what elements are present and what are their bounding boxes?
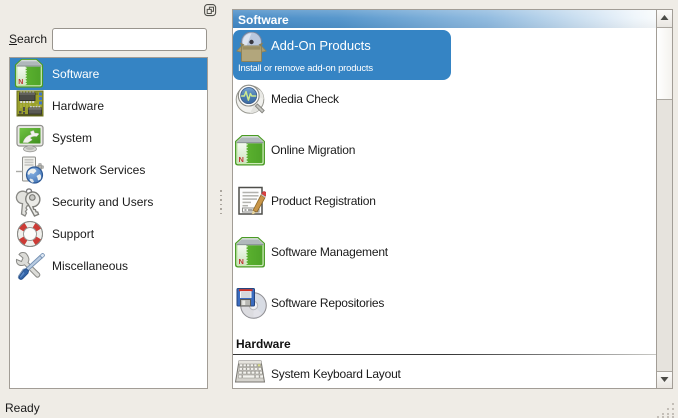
svg-text:N: N [18, 79, 23, 86]
svg-text:N: N [239, 256, 244, 265]
svg-text:N: N [239, 154, 244, 163]
